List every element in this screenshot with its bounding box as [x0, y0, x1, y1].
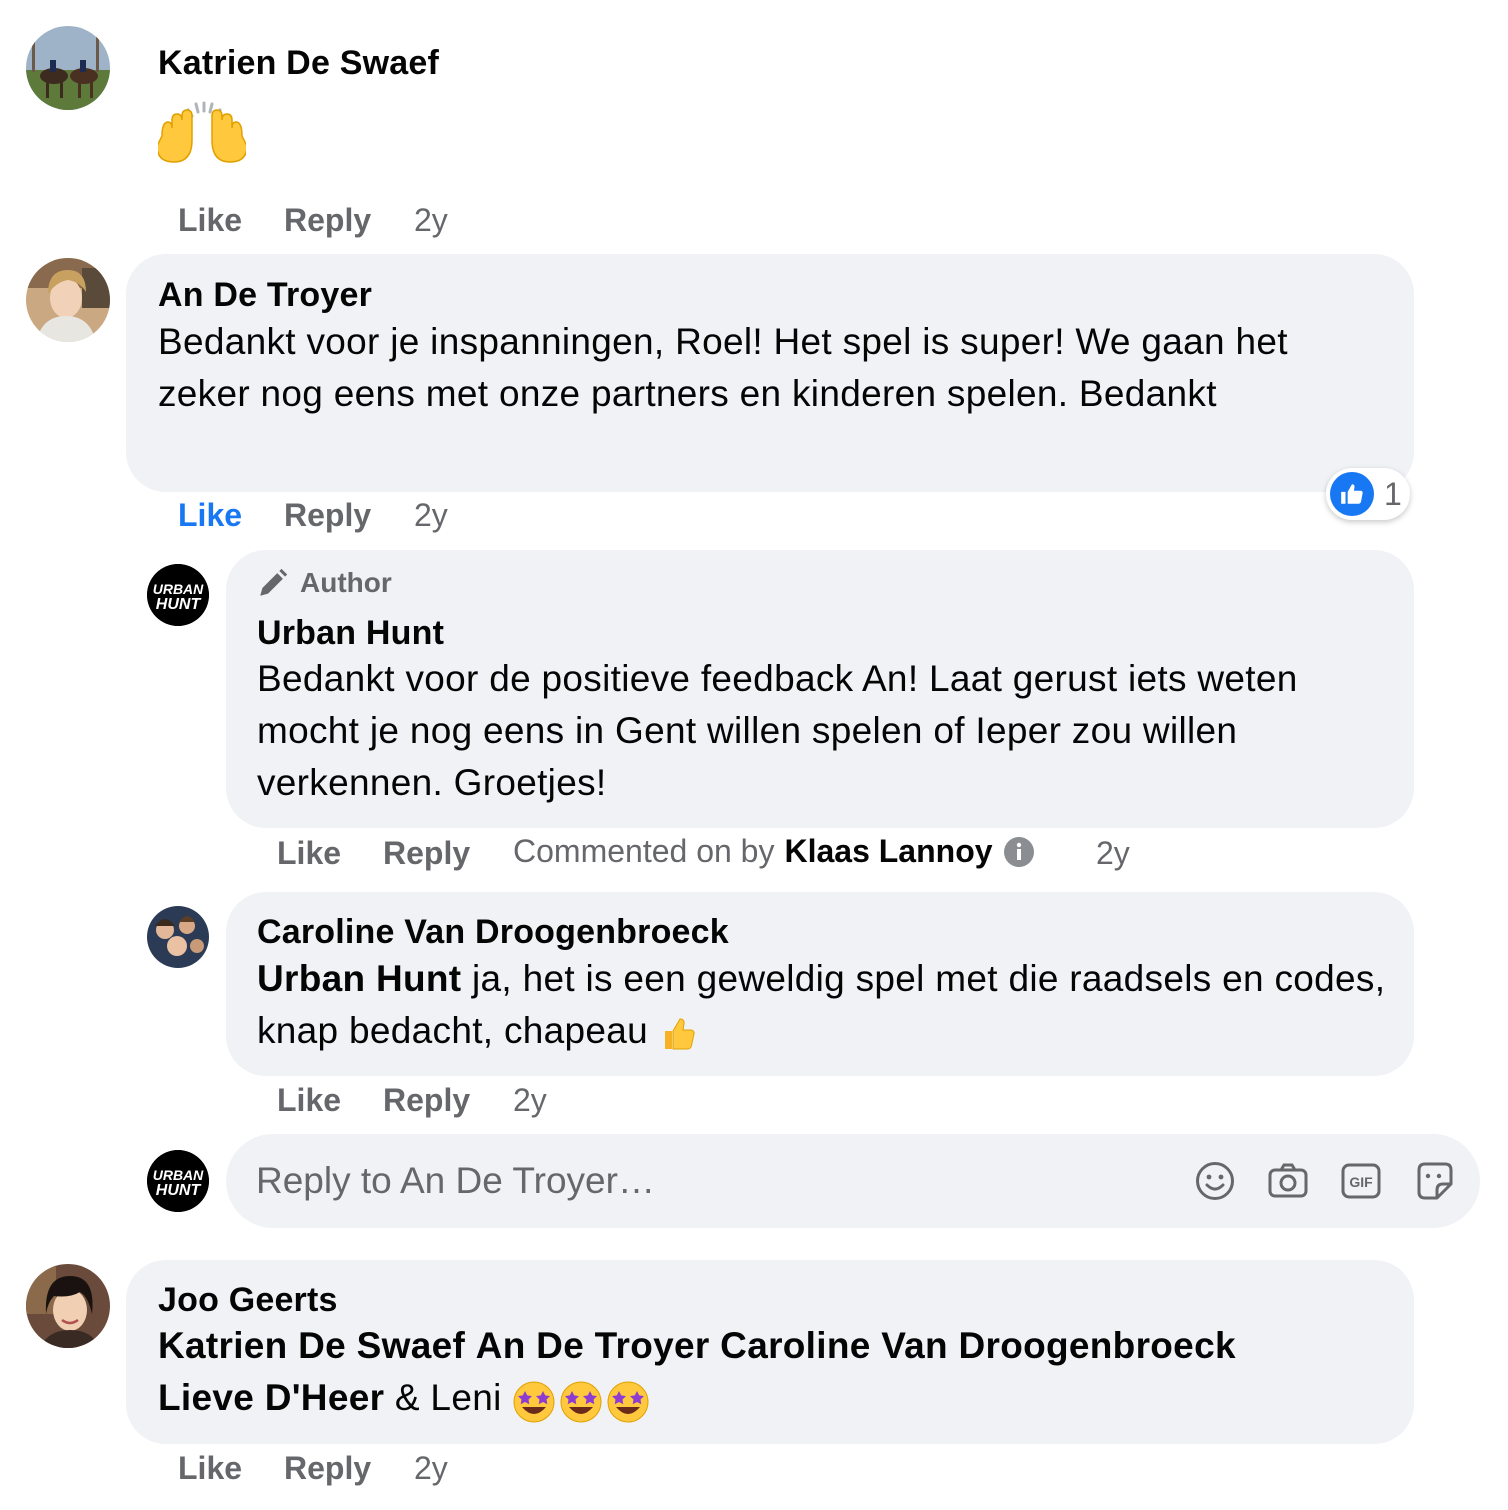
avatar-joo-geerts[interactable]: [26, 1264, 110, 1348]
info-icon[interactable]: [1003, 836, 1035, 868]
timestamp[interactable]: 2y: [513, 1082, 547, 1119]
camera-icon[interactable]: [1267, 1160, 1309, 1202]
thumbs-up-icon: [1330, 472, 1374, 516]
like-button[interactable]: Like: [178, 202, 242, 239]
reply-composer: GIF: [226, 1134, 1480, 1228]
pen-icon: [260, 568, 288, 596]
svg-text:HUNT: HUNT: [156, 1182, 202, 1199]
mention-link[interactable]: Urban Hunt: [257, 958, 461, 999]
reply-button[interactable]: Reply: [284, 1450, 371, 1487]
avatar-image: [26, 258, 110, 342]
mention-link[interactable]: Lieve D'Heer: [158, 1377, 384, 1418]
comment-author[interactable]: Caroline Van Droogenbroeck: [257, 913, 729, 952]
sticker-icon[interactable]: [1413, 1160, 1455, 1202]
timestamp[interactable]: 2y: [414, 497, 448, 534]
avatar-image: [26, 26, 110, 110]
author-badge-label: Author: [300, 567, 392, 598]
reply-button[interactable]: Reply: [383, 1082, 470, 1119]
reply-button[interactable]: Reply: [284, 497, 371, 534]
mention-link[interactable]: Caroline Van Droogenbroeck: [720, 1325, 1236, 1366]
thumbs-up-emoji: [664, 1018, 695, 1050]
comment-author[interactable]: Joo Geerts: [158, 1281, 338, 1320]
like-button[interactable]: Like: [277, 1082, 341, 1119]
reaction-count[interactable]: 1: [1326, 468, 1410, 520]
comment-author[interactable]: An De Troyer: [158, 276, 372, 315]
timestamp[interactable]: 2y: [414, 1450, 448, 1487]
emoji-icon[interactable]: [1194, 1160, 1236, 1202]
comment-text: & Leni: [384, 1377, 513, 1418]
like-button[interactable]: Like: [178, 497, 242, 534]
star-struck-emojis: [512, 1374, 650, 1426]
timestamp[interactable]: 2y: [1096, 835, 1130, 872]
commented-on-by: Commented on by Klaas Lannoy: [513, 833, 1035, 870]
svg-text:GIF: GIF: [1349, 1174, 1373, 1190]
gif-icon[interactable]: GIF: [1340, 1160, 1382, 1202]
comment-text-block: Urban Hunt ja, het is een geweldig spel …: [257, 953, 1387, 1057]
comment-text: Bedankt voor de positieve feedback An! L…: [257, 658, 1298, 803]
commented-on-by-name[interactable]: Klaas Lannoy: [784, 833, 992, 870]
comment-text: Bedankt voor je inspanningen, Roel! Het …: [158, 321, 1288, 414]
reply-button[interactable]: Reply: [383, 835, 470, 872]
raising-hands-emoji: [156, 100, 248, 166]
avatar-image: [26, 1264, 110, 1348]
comment-author[interactable]: Katrien De Swaef: [158, 44, 439, 83]
urban-hunt-logo: URBAN HUNT: [147, 1150, 209, 1212]
commented-on-by-prefix: Commented on by: [513, 833, 775, 869]
comment-author[interactable]: Urban Hunt: [257, 614, 444, 653]
avatar-current-user[interactable]: URBAN HUNT: [147, 1150, 209, 1212]
avatar-caroline[interactable]: [147, 906, 209, 968]
urban-hunt-logo: URBAN HUNT: [147, 564, 209, 626]
reaction-count-value: 1: [1384, 475, 1402, 512]
svg-text:HUNT: HUNT: [156, 596, 202, 613]
timestamp[interactable]: 2y: [414, 202, 448, 239]
avatar-image: [147, 906, 209, 968]
reply-input[interactable]: [256, 1156, 1156, 1206]
reply-button[interactable]: Reply: [284, 202, 371, 239]
author-badge: Author: [256, 566, 392, 600]
mention-link[interactable]: An De Troyer: [476, 1325, 710, 1366]
avatar-urban-hunt[interactable]: URBAN HUNT: [147, 564, 209, 626]
avatar-katrien[interactable]: [26, 26, 110, 110]
svg-text:URBAN: URBAN: [153, 1167, 204, 1183]
like-button[interactable]: Like: [178, 1450, 242, 1487]
mention-link[interactable]: Katrien De Swaef: [158, 1325, 465, 1366]
svg-text:URBAN: URBAN: [153, 581, 204, 597]
like-button[interactable]: Like: [277, 835, 341, 872]
comment-text-block: Katrien De Swaef An De Troyer Caroline V…: [158, 1320, 1378, 1426]
avatar-an-de-troyer[interactable]: [26, 258, 110, 342]
